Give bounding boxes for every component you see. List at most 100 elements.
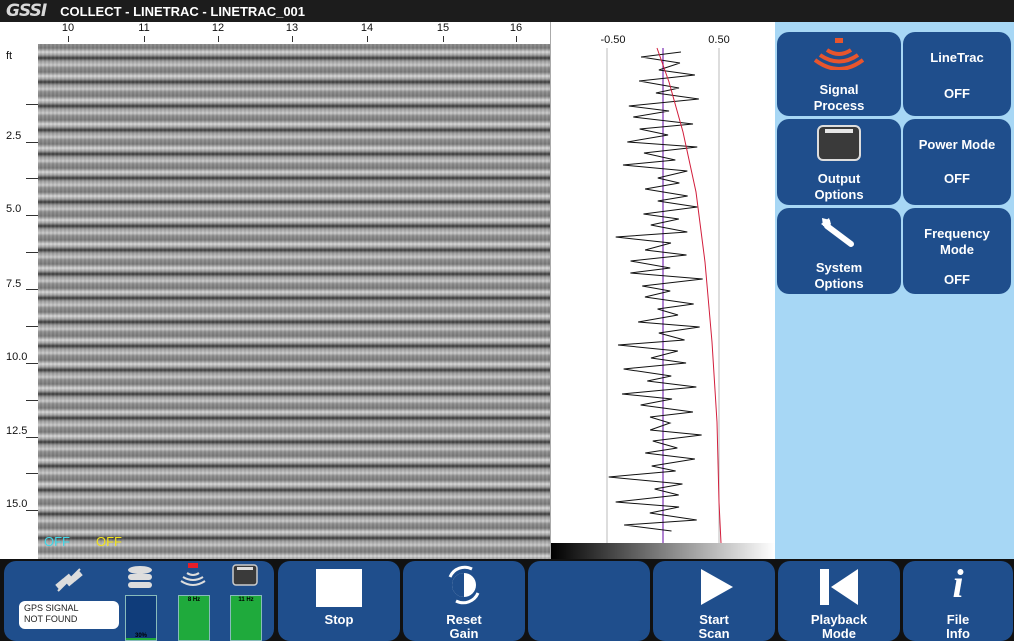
y-tick-mark [26,104,38,105]
status-off-yellow: OFF [96,534,122,549]
x-tick-label: 11 [138,22,150,34]
y-tick-label: 12.5 [6,425,28,437]
start-scan-label-1: Start [699,612,729,627]
y-tick-mark [26,437,38,438]
window-title: COLLECT - LINETRAC - LINETRAC_001 [60,3,306,19]
frequency-mode-value: OFF [944,272,970,287]
output-label-2: Options [814,187,864,202]
scan-rate-gauge: 8 Hz [178,595,210,641]
scan-rate-value: 8 Hz [187,597,201,603]
output-options-button[interactable]: Output Options [777,119,901,205]
storage-icon [128,566,152,588]
playback-label-1: Playback [810,612,868,627]
amplitude-trace-plot: -0.50 0.50 [550,22,775,559]
depth-axis: ft 2.5 5.0 7.5 10.0 12.5 15.0 [0,44,38,559]
empty-button[interactable] [528,561,650,641]
gps-status-box: GPS SIGNAL NOT FOUND [19,601,119,629]
start-scan-button[interactable]: Start Scan [653,561,775,641]
trace-svg [606,47,722,543]
system-options-button[interactable]: System Options [777,208,901,294]
y-tick-label: 10.0 [6,351,28,363]
y-tick-mark [26,252,38,253]
y-tick-mark [26,142,38,143]
radar-scan-image [38,44,550,559]
bottom-toolbar: GPS SIGNAL NOT FOUND 30% 8 Hz 11 Hz Stop… [0,559,1014,641]
antenna-signal-icon [180,563,206,586]
x-tick-mark [292,36,293,42]
output-rate-gauge: 11 Hz [230,595,262,641]
wrench-icon [821,218,854,247]
x-tick-label: 10 [61,22,75,34]
file-info-label-1: File [946,612,970,627]
status-panel: GPS SIGNAL NOT FOUND 30% 8 Hz 11 Hz [4,561,274,641]
frequency-mode-button[interactable]: Frequency Mode OFF [903,208,1011,294]
x-tick-mark [516,36,517,42]
system-label-1: System [815,260,863,275]
signal-label-1: Signal [819,82,859,97]
x-tick-mark [443,36,444,42]
power-mode-button[interactable]: Power Mode OFF [903,119,1011,205]
x-tick-label: 14 [360,22,374,34]
y-tick-mark [26,178,38,179]
x-tick-mark [367,36,368,42]
reset-gain-label-2: Gain [449,626,479,641]
signal-waves-icon [814,38,864,70]
y-tick-mark [26,510,38,511]
linetrac-value: OFF [944,86,970,101]
file-info-label-2: Info [946,626,970,641]
y-tick-label: 2.5 [6,130,22,142]
output-box-icon [817,125,861,161]
output-rate-value: 11 Hz [238,597,254,603]
gps-line-1: GPS SIGNAL [24,603,79,613]
play-icon [701,569,733,605]
gps-satellite-icon [55,568,83,592]
title-bar: GSSI COLLECT - LINETRAC - LINETRAC_001 [0,0,1014,22]
reset-gain-button[interactable]: Reset Gain [403,561,525,641]
y-tick-mark [26,400,38,401]
x-tick-mark [218,36,219,42]
stop-square-icon [316,569,362,607]
skip-back-icon [820,569,858,605]
x-tick-label: 12 [211,22,225,34]
frequency-label-2: Mode [940,242,974,257]
x-tick-mark [144,36,145,42]
trace-waveform [608,51,703,532]
playback-mode-button[interactable]: Playback Mode [778,561,900,641]
stop-button[interactable]: Stop [278,561,400,641]
y-tick-label: 7.5 [6,278,22,290]
frequency-label-1: Frequency [924,226,990,241]
system-label-2: Options [814,276,864,291]
x-tick-label: 13 [285,22,299,34]
playback-label-2: Mode [822,626,856,641]
output-label-1: Output [817,171,861,186]
depth-unit-label: ft [6,50,13,62]
info-icon: i [952,561,964,606]
stop-label: Stop [324,612,354,627]
gps-line-2: NOT FOUND [24,614,78,624]
y-tick-mark [26,363,38,364]
y-tick-mark [26,215,38,216]
output-box-small-icon [232,564,258,586]
reset-gain-label-1: Reset [446,612,482,627]
y-tick-mark [26,289,38,290]
y-tick-mark [26,473,38,474]
radargram-view[interactable]: 10 11 12 13 14 15 16 ft 2.5 5.0 7.5 10.0… [0,22,550,559]
signal-label-2: Process [813,98,865,113]
x-tick-mark [68,36,69,42]
linetrac-button[interactable]: LineTrac OFF [903,32,1011,116]
file-info-button[interactable]: i File Info [903,561,1013,641]
linetrac-label: LineTrac [930,50,984,65]
status-off-cyan: OFF [44,534,70,549]
power-mode-value: OFF [944,171,970,186]
gssi-logo: GSSI [6,1,47,21]
x-tick-label: 15 [436,22,450,34]
distance-axis: 10 11 12 13 14 15 16 [0,22,550,44]
signal-process-button[interactable]: Signal Process [777,32,901,116]
storage-gauge: 30% [125,595,157,641]
y-tick-label: 5.0 [6,203,22,215]
storage-percent: 30% [134,633,147,639]
y-tick-label: 15.0 [6,498,28,510]
reset-gain-icon [448,565,480,605]
power-mode-label: Power Mode [918,137,996,152]
start-scan-label-2: Scan [698,626,730,641]
